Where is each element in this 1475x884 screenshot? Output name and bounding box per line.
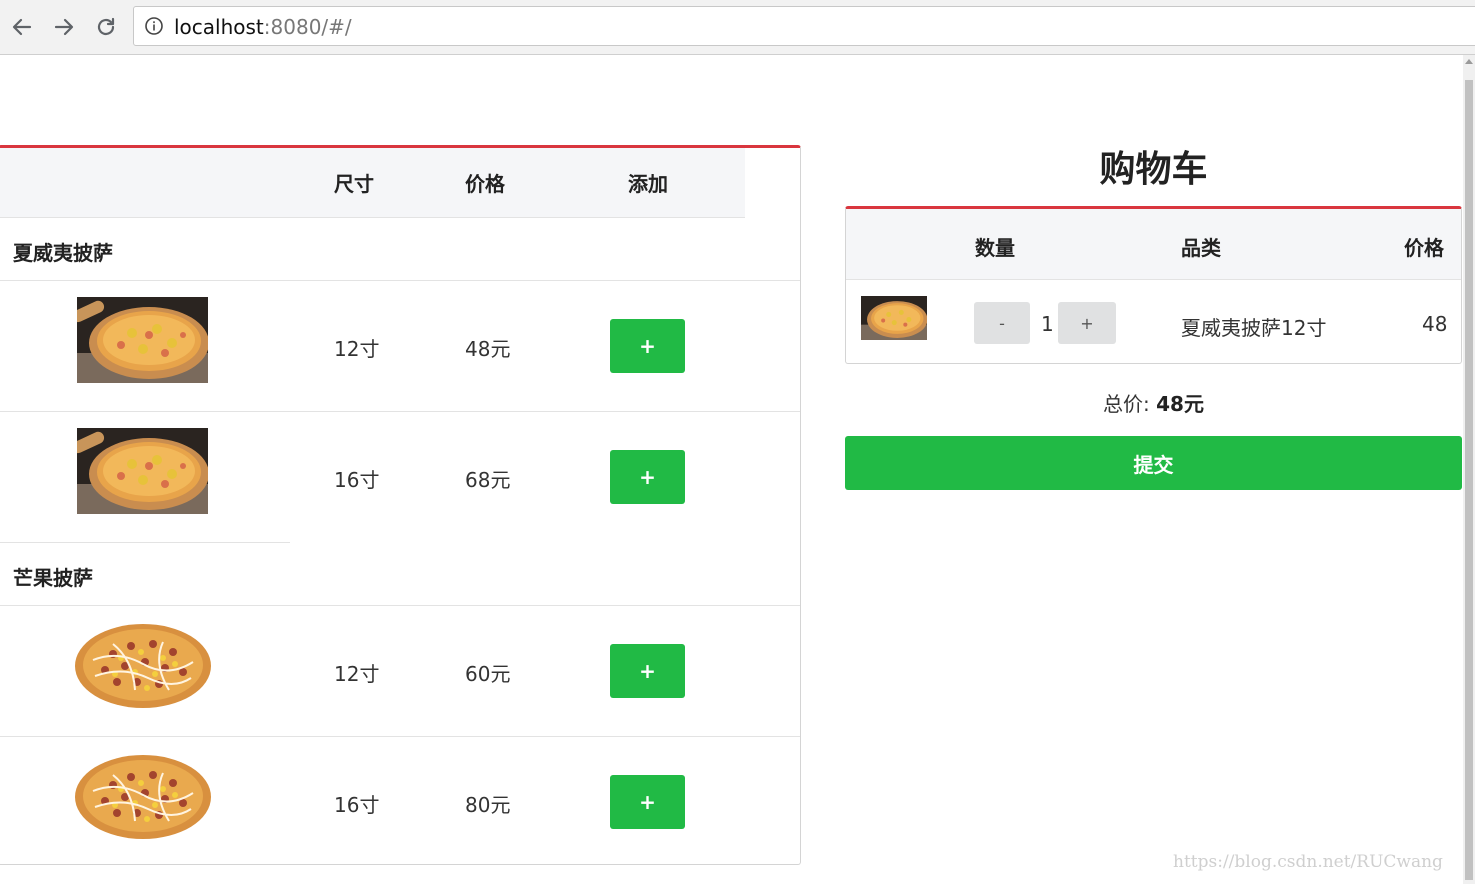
cart-title: 购物车 <box>1099 149 1208 190</box>
arrow-right-icon <box>54 18 74 36</box>
item-size: 16寸 <box>334 468 380 492</box>
pizza-hawaiian-image <box>77 428 208 514</box>
header-price: 价格 <box>1404 236 1444 260</box>
cart-table: 数量 品类 价格 - 1 + 夏威夷披萨12寸 48 <box>845 206 1462 364</box>
header-category: 品类 <box>1181 236 1221 260</box>
pizza-mango-image <box>73 620 213 712</box>
url-text: localhost:8080/#/ <box>174 15 352 39</box>
address-bar[interactable]: localhost:8080/#/ <box>133 6 1475 46</box>
increase-quantity-button[interactable]: + <box>1058 302 1116 344</box>
cart-item-quantity: 1 <box>1041 312 1054 336</box>
item-size: 12寸 <box>334 337 380 361</box>
cart-item-image <box>861 296 927 340</box>
info-icon[interactable] <box>144 16 164 36</box>
add-to-cart-button[interactable]: + <box>610 775 685 829</box>
item-size: 16寸 <box>334 793 380 817</box>
scrollbar-thumb[interactable] <box>1465 80 1473 880</box>
cart-item-price: 48 <box>1422 312 1448 336</box>
item-price: 80元 <box>465 793 511 817</box>
forward-button[interactable] <box>49 12 79 42</box>
table-row: 16寸 80元 + <box>0 737 800 867</box>
watermark-text: https://blog.csdn.net/RUCwang <box>1173 852 1443 872</box>
back-button[interactable] <box>7 12 37 42</box>
category-name: 芒果披萨 <box>13 566 93 590</box>
cart-total: 总价: 48元 <box>845 388 1462 417</box>
menu-table-header: 尺寸 价格 添加 <box>0 148 745 218</box>
category-name: 夏威夷披萨 <box>13 241 113 265</box>
arrow-left-icon <box>12 18 32 36</box>
decrease-quantity-button[interactable]: - <box>974 302 1030 344</box>
header-add: 添加 <box>628 172 668 196</box>
header-size: 尺寸 <box>334 172 374 196</box>
table-row: 16寸 68元 + <box>0 412 800 542</box>
reload-button[interactable] <box>91 12 121 42</box>
submit-order-button[interactable]: 提交 <box>845 436 1462 490</box>
menu-table: 尺寸 价格 添加 夏威夷披萨 12寸 48元 + 16寸 68元 + 芒果披萨 … <box>0 145 801 865</box>
header-quantity: 数量 <box>975 236 1015 260</box>
header-price: 价格 <box>465 172 505 196</box>
scroll-up-icon[interactable] <box>1465 59 1473 64</box>
page-scrollbar[interactable] <box>1463 55 1475 884</box>
cart-item-category: 夏威夷披萨12寸 <box>1181 316 1327 340</box>
add-to-cart-button[interactable]: + <box>610 319 685 373</box>
pizza-mango-image <box>73 751 213 843</box>
item-price: 48元 <box>465 337 511 361</box>
category-row-hawaiian: 夏威夷披萨 <box>0 218 800 280</box>
pizza-hawaiian-image <box>77 297 208 383</box>
table-row: 12寸 48元 + <box>0 281 800 411</box>
table-row: 12寸 60元 + <box>0 606 800 736</box>
add-to-cart-button[interactable]: + <box>610 450 685 504</box>
browser-toolbar: localhost:8080/#/ <box>0 0 1475 55</box>
total-label: 总价: <box>1103 392 1150 416</box>
category-row-mango: 芒果披萨 <box>0 543 800 605</box>
item-price: 68元 <box>465 468 511 492</box>
add-to-cart-button[interactable]: + <box>610 644 685 698</box>
reload-icon <box>97 17 115 36</box>
cart-table-header: 数量 品类 价格 <box>846 209 1461 280</box>
total-value: 48元 <box>1156 392 1204 416</box>
item-price: 60元 <box>465 662 511 686</box>
item-size: 12寸 <box>334 662 380 686</box>
